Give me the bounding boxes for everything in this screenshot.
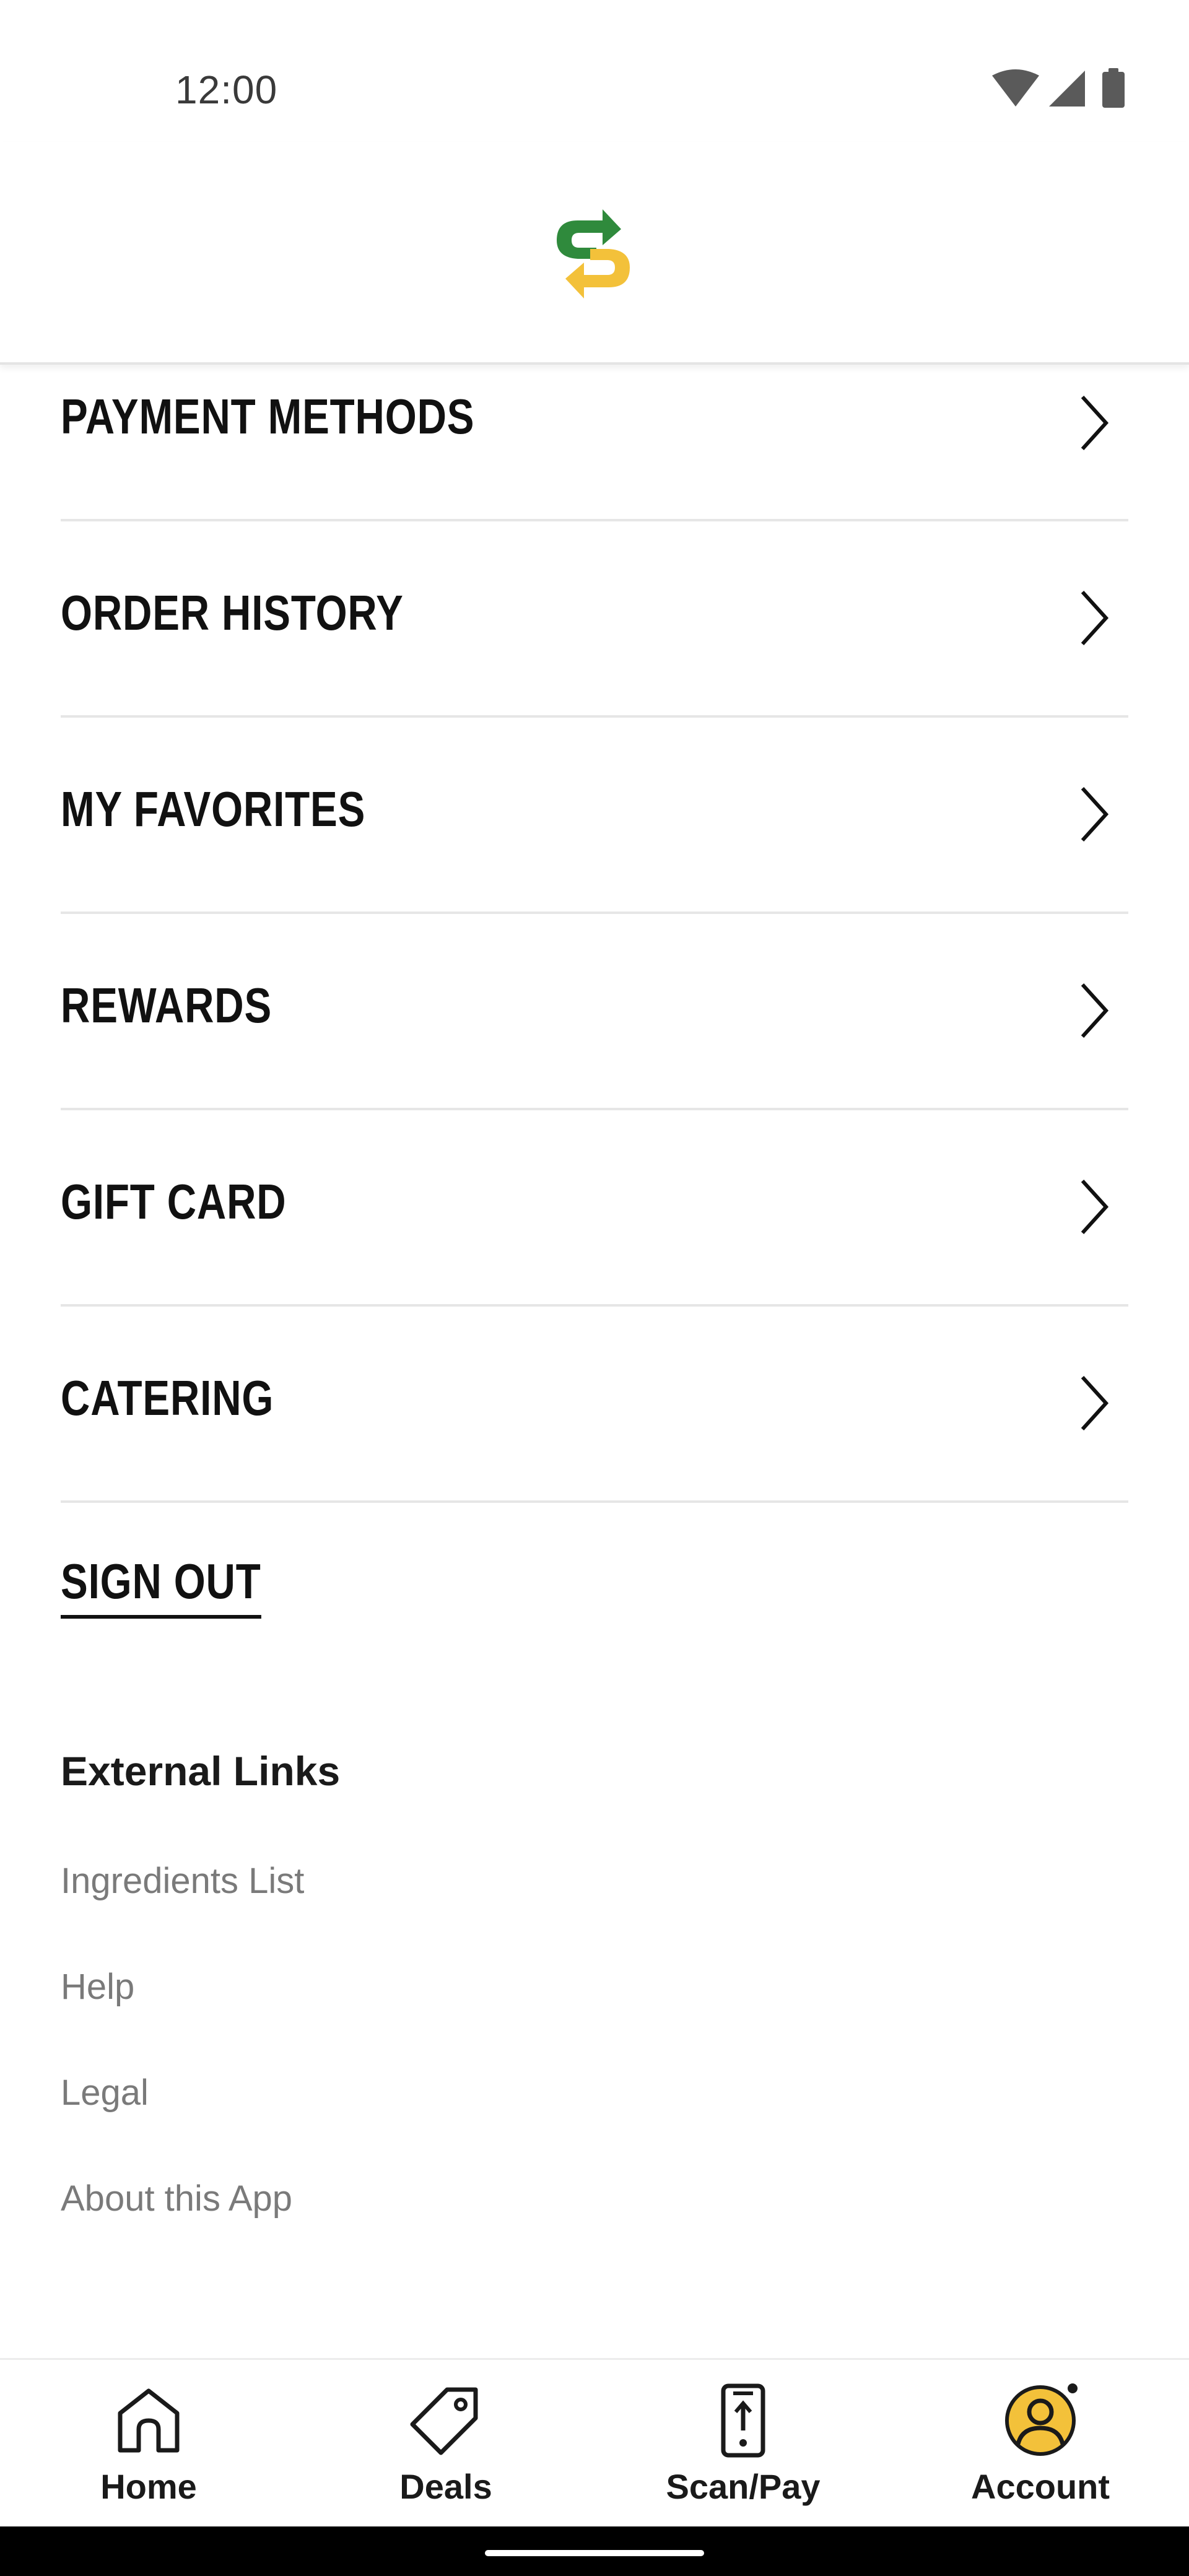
home-icon: [118, 2388, 180, 2453]
menu-item-label: REWARDS: [61, 978, 272, 1033]
menu-item-rewards[interactable]: REWARDS: [61, 914, 1128, 1110]
system-gesture-bar: [0, 2526, 1189, 2576]
nav-label: Home: [100, 2467, 197, 2506]
menu-item-label: MY FAVORITES: [61, 781, 366, 837]
wifi-icon: [992, 69, 1039, 107]
nav-item-account[interactable]: Account: [892, 2360, 1189, 2528]
signal-icon: [1049, 71, 1085, 107]
nav-label: Scan/Pay: [666, 2467, 821, 2506]
menu-item-my-favorites[interactable]: MY FAVORITES: [61, 718, 1128, 914]
chevron-right-icon: [1081, 1179, 1109, 1235]
chevron-right-icon: [1081, 786, 1109, 842]
help-link[interactable]: Help: [61, 1966, 134, 2008]
account-icon: [1005, 2383, 1078, 2456]
menu-item-label: PAYMENT METHODS: [61, 389, 475, 444]
nav-item-home[interactable]: Home: [0, 2360, 297, 2528]
status-icons: [992, 68, 1125, 108]
chevron-right-icon: [1081, 1375, 1109, 1431]
phone-scan-icon: [721, 2383, 765, 2458]
home-gesture-handle[interactable]: [485, 2550, 704, 2556]
menu-item-gift-card[interactable]: GIFT CARD: [61, 1110, 1128, 1307]
app-header: [0, 142, 1189, 365]
sign-out-link[interactable]: SIGN OUT: [61, 1553, 261, 1619]
chevron-right-icon: [1081, 983, 1109, 1038]
nav-item-deals[interactable]: Deals: [297, 2360, 594, 2528]
notification-dot-icon: [1068, 2383, 1078, 2393]
menu-item-label: CATERING: [61, 1370, 274, 1425]
bottom-navigation: Home Deals Scan/Pay Account: [0, 2358, 1189, 2528]
legal-link[interactable]: Legal: [61, 2072, 149, 2113]
nav-label: Deals: [399, 2467, 492, 2506]
nav-label: Account: [971, 2467, 1110, 2506]
menu-item-label: GIFT CARD: [61, 1174, 287, 1229]
external-links-heading: External Links: [61, 1748, 341, 1794]
tag-icon: [410, 2387, 478, 2455]
menu-item-label: ORDER HISTORY: [61, 585, 404, 640]
chevron-right-icon: [1081, 590, 1109, 646]
status-bar: 12:00: [0, 0, 1189, 142]
ingredients-list-link[interactable]: Ingredients List: [61, 1860, 304, 1902]
chevron-right-icon: [1081, 395, 1109, 451]
battery-icon: [1102, 68, 1125, 108]
status-time: 12:00: [175, 67, 278, 112]
menu-item-payment-methods[interactable]: PAYMENT METHODS: [61, 362, 1128, 521]
subway-logo-icon[interactable]: [553, 204, 634, 303]
menu-item-catering[interactable]: CATERING: [61, 1307, 1128, 1503]
about-app-link[interactable]: About this App: [61, 2178, 292, 2219]
menu-item-order-history[interactable]: ORDER HISTORY: [61, 521, 1128, 718]
nav-item-scan-pay[interactable]: Scan/Pay: [594, 2360, 892, 2528]
account-menu-list: PAYMENT METHODS ORDER HISTORY MY FAVORIT…: [61, 362, 1128, 1503]
